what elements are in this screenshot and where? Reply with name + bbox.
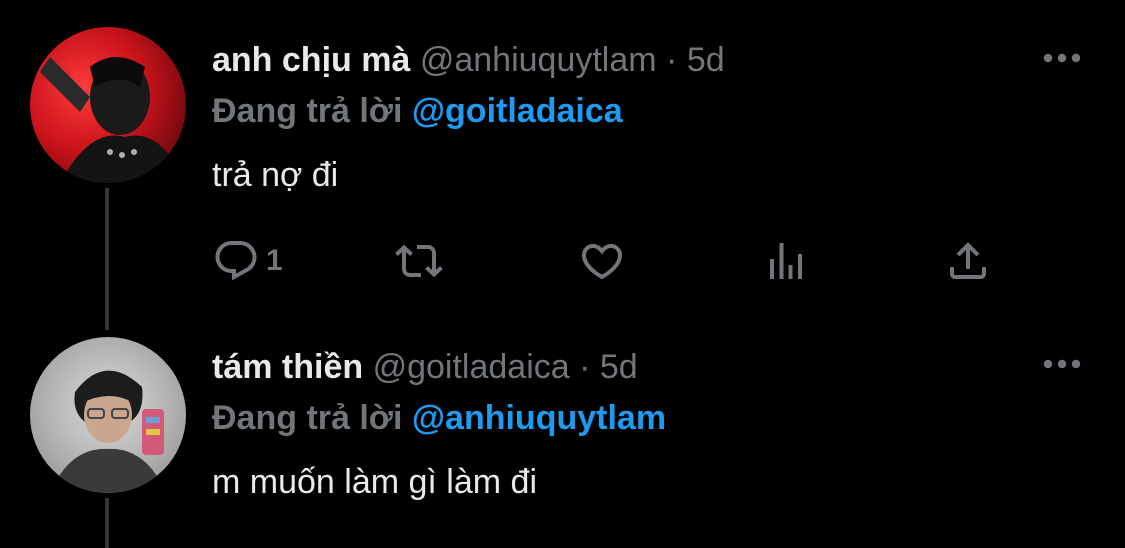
reply-count: 1: [266, 244, 283, 277]
share-button[interactable]: [944, 236, 992, 286]
more-options-button[interactable]: [1042, 356, 1082, 372]
display-name[interactable]: anh chịu mà: [212, 41, 410, 79]
avatar-photo-icon: [50, 370, 166, 493]
mention-link[interactable]: @goitladaica: [412, 92, 623, 130]
timestamp[interactable]: 5d: [600, 348, 638, 386]
avatar[interactable]: [30, 337, 186, 493]
action-bar: 1: [212, 236, 1012, 286]
mention-link[interactable]: @anhiuquytlam: [412, 399, 666, 437]
replying-to: Đang trả lời @anhiuquytlam: [212, 398, 666, 438]
timestamp[interactable]: 5d: [687, 41, 725, 79]
more-options-button[interactable]: [1042, 50, 1082, 66]
share-icon: [950, 242, 986, 279]
more-icon: [1043, 359, 1081, 369]
avatar-photo-icon: [40, 57, 186, 183]
user-handle[interactable]: @anhiuquytlam: [420, 41, 657, 79]
thread-line: [105, 498, 109, 548]
tweet-header: anh chịu mà @anhiuquytlam · 5d: [212, 40, 725, 80]
user-handle[interactable]: @goitladaica: [373, 348, 570, 386]
analytics-icon: [770, 243, 802, 279]
avatar[interactable]: [30, 27, 186, 183]
tweet-text: trả nợ đi: [212, 156, 339, 194]
like-button[interactable]: [578, 236, 626, 286]
display-name[interactable]: tám thiền: [212, 348, 363, 386]
separator: ·: [579, 348, 591, 386]
retweet-icon: [395, 244, 443, 278]
tweet-text: m muốn làm gì làm đi: [212, 463, 537, 501]
tweet-header: tám thiền @goitladaica · 5d: [212, 347, 638, 387]
tweet[interactable]: anh chịu mà @anhiuquytlam · 5d Đang trả …: [0, 0, 1125, 330]
reply-icon: [215, 241, 257, 281]
heart-icon: [581, 244, 623, 280]
replying-prefix: Đang trả lời: [212, 399, 403, 437]
reply-button[interactable]: 1: [212, 236, 283, 286]
views-button[interactable]: [762, 236, 810, 286]
retweet-button[interactable]: [395, 236, 443, 286]
thread-line: [105, 188, 109, 330]
replying-prefix: Đang trả lời: [212, 92, 403, 130]
more-icon: [1043, 53, 1081, 63]
separator: ·: [666, 41, 678, 79]
replying-to: Đang trả lời @goitladaica: [212, 91, 623, 131]
tweet[interactable]: tám thiền @goitladaica · 5d Đang trả lời…: [0, 320, 1125, 548]
